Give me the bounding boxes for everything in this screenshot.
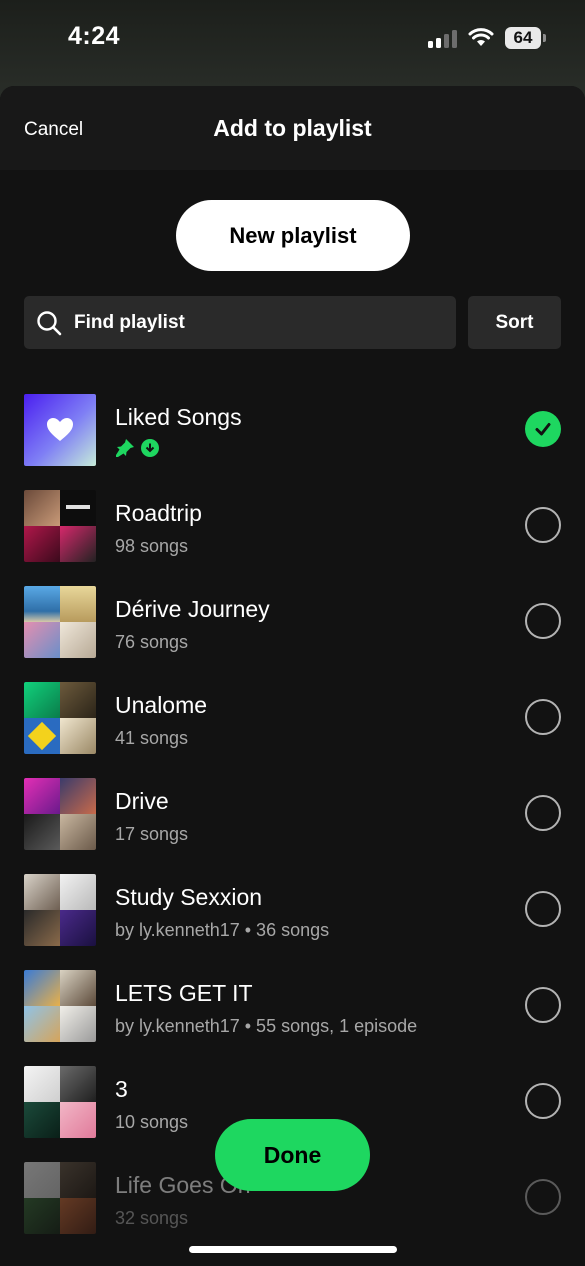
page-title: Add to playlist (213, 115, 372, 141)
pin-icon (116, 439, 134, 457)
sort-button[interactable]: Sort (468, 296, 561, 349)
playlist-title: Unalome (115, 692, 208, 718)
select-radio[interactable] (525, 1083, 561, 1119)
selected-check-icon[interactable] (525, 411, 561, 447)
playlist-row-drive[interactable]: Drive 17 songs (0, 766, 585, 862)
wifi-icon (468, 28, 494, 46)
playlist-cover (24, 682, 96, 754)
select-radio[interactable] (525, 987, 561, 1023)
search-placeholder: Find playlist (74, 311, 185, 333)
playlist-subtitle: 98 songs (115, 536, 189, 556)
add-to-playlist-sheet: Cancel Add to playlist New playlist Find… (0, 86, 585, 1266)
playlist-row-study-sexxion[interactable]: Study Sexxion by ly.kenneth17 • 36 songs (0, 862, 585, 958)
select-radio[interactable] (525, 507, 561, 543)
playlist-title: Study Sexxion (115, 884, 263, 910)
battery-nub (543, 34, 546, 42)
done-button[interactable]: Done (215, 1119, 370, 1191)
download-icon (141, 439, 159, 457)
playlist-row-derive-journey[interactable]: Dérive Journey 76 songs (0, 574, 585, 670)
playlist-title: Liked Songs (115, 404, 242, 430)
playlist-list: Liked Songs Roadtrip 98 songs Dérive Jou… (0, 382, 585, 1246)
liked-songs-cover (24, 394, 96, 466)
home-indicator[interactable] (189, 1246, 397, 1253)
playlist-row-roadtrip[interactable]: Roadtrip 98 songs (0, 478, 585, 574)
playlist-subtitle: by ly.kenneth17 • 55 songs, 1 episode (115, 1016, 418, 1036)
playlist-cover (24, 970, 96, 1042)
playlist-subtitle: 17 songs (115, 824, 189, 844)
playlist-row-liked-songs[interactable]: Liked Songs (0, 382, 585, 478)
liked-status-icons (115, 438, 159, 458)
playlist-cover (24, 586, 96, 658)
status-area: 4:24 64 (0, 0, 585, 100)
select-radio[interactable] (525, 795, 561, 831)
playlist-subtitle: 32 songs (115, 1208, 189, 1228)
select-radio[interactable] (525, 603, 561, 639)
playlist-title: 3 (115, 1076, 128, 1102)
sheet-header: Cancel Add to playlist (0, 86, 585, 170)
playlist-row-unalome[interactable]: Unalome 41 songs (0, 670, 585, 766)
playlist-cover (24, 778, 96, 850)
select-radio[interactable] (525, 1179, 561, 1215)
status-time: 4:24 (68, 22, 121, 50)
playlist-subtitle: 41 songs (115, 728, 189, 748)
playlist-subtitle: 76 songs (115, 632, 189, 652)
playlist-row-lets-get-it[interactable]: LETS GET IT by ly.kenneth17 • 55 songs, … (0, 958, 585, 1054)
playlist-title: Drive (115, 788, 169, 814)
status-bar: 4:24 64 (0, 0, 585, 80)
select-radio[interactable] (525, 699, 561, 735)
signal-icon (428, 30, 458, 48)
playlist-cover (24, 490, 96, 562)
search-icon (37, 310, 62, 335)
heart-icon (47, 418, 73, 441)
playlist-subtitle: 10 songs (115, 1112, 189, 1132)
playlist-title: Roadtrip (115, 500, 202, 526)
playlist-cover (24, 1066, 96, 1138)
playlist-title: Dérive Journey (115, 596, 270, 622)
playlist-subtitle: by ly.kenneth17 • 36 songs (115, 920, 330, 940)
playlist-cover (24, 874, 96, 946)
playlist-title: LETS GET IT (115, 980, 253, 1006)
new-playlist-button[interactable]: New playlist (176, 200, 410, 271)
battery-icon: 64 (505, 27, 541, 49)
playlist-cover (24, 1162, 96, 1234)
search-input[interactable]: Find playlist (24, 296, 456, 349)
select-radio[interactable] (525, 891, 561, 927)
